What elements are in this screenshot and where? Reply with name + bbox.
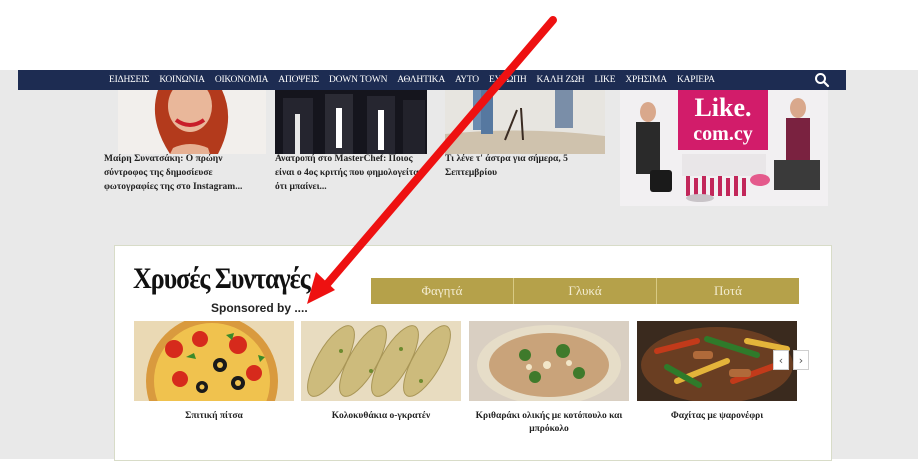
recipe-category-tabs: Φαγητά Γλυκά Ποτά — [371, 278, 799, 304]
recipe-card[interactable]: Κολοκυθάκια ο-γκρατέν — [301, 321, 461, 423]
tab-food[interactable]: Φαγητά — [371, 278, 514, 304]
tab-drinks[interactable]: Ποτά — [657, 278, 799, 304]
carousel-prev-button[interactable]: ‹ — [773, 350, 789, 370]
tab-sweets[interactable]: Γλυκά — [514, 278, 657, 304]
nav-item-opinions[interactable]: ΑΠΟΨΕΙΣ — [273, 75, 324, 85]
recipe-image-zucchini[interactable] — [301, 321, 461, 401]
recipe-image-pizza[interactable] — [134, 321, 294, 401]
nav-item-career[interactable]: ΚΑΡΙΕΡΑ — [672, 75, 720, 85]
ad-brand-text: Like. — [694, 93, 751, 122]
nav-item-economy[interactable]: ΟΙΚΟΝΟΜΙΑ — [210, 75, 273, 85]
nav-item-society[interactable]: ΚΟΙΝΩΝΙΑ — [154, 75, 209, 85]
nav-item-like[interactable]: LIKE — [589, 75, 620, 85]
main-content: Μαίρη Συνατσάκη: Ο πρώην σύντροφος της δ… — [104, 90, 832, 461]
recipe-title[interactable]: Φαχίτας με ψαρονέφρι — [637, 410, 797, 423]
recipes-widget: Χρυσές Συνταγές Sponsored by .... Φαγητά… — [114, 245, 832, 461]
article-title[interactable]: Ανατροπή στο MasterChef: Ποιος είναι ο 4… — [275, 152, 429, 194]
article-thumbnail[interactable] — [445, 90, 605, 154]
nav-item-good-life[interactable]: ΚΑΛΗ ΖΩΗ — [532, 75, 590, 85]
article-thumbnail[interactable] — [118, 90, 266, 154]
sponsored-label: Sponsored by .... — [211, 301, 308, 315]
ad-domain-text: com.cy — [693, 123, 752, 145]
nav-item-useful[interactable]: ΧΡΗΣΙΜΑ — [620, 75, 672, 85]
nav-item-downtown[interactable]: DOWN TOWN — [324, 75, 392, 85]
main-navbar: ΕΙΔΗΣΕΙΣ ΚΟΙΝΩΝΙΑ ΟΙΚΟΝΟΜΙΑ ΑΠΟΨΕΙΣ DOWN… — [18, 70, 846, 90]
search-icon[interactable] — [814, 72, 830, 88]
recipe-card[interactable]: Σπιτική πίτσα — [134, 321, 294, 423]
recipe-title[interactable]: Σπιτική πίτσα — [134, 410, 294, 423]
advertisement-banner[interactable]: Like. com.cy — [620, 90, 828, 206]
nav-menu: ΕΙΔΗΣΕΙΣ ΚΟΙΝΩΝΙΑ ΟΙΚΟΝΟΜΙΑ ΑΠΟΨΕΙΣ DOWN… — [18, 75, 720, 85]
article-thumbnail[interactable] — [275, 90, 427, 154]
recipe-card[interactable]: Φαχίτας με ψαρονέφρι — [637, 321, 797, 423]
recipe-title[interactable]: Κολοκυθάκια ο-γκρατέν — [301, 410, 461, 423]
recipe-card[interactable]: Κριθαράκι ολικής με κοτόπουλο και μπρόκο… — [469, 321, 629, 436]
nav-item-news[interactable]: ΕΙΔΗΣΕΙΣ — [104, 75, 154, 85]
nav-item-sports[interactable]: ΑΘΛΗΤΙΚΑ — [392, 75, 450, 85]
article-title[interactable]: Τι λένε τ' άστρα για σήμερα, 5 Σεπτεμβρί… — [445, 152, 605, 180]
carousel-next-button[interactable]: › — [793, 350, 809, 370]
recipes-brand-title[interactable]: Χρυσές Συνταγές — [133, 262, 311, 297]
nav-item-europe[interactable]: ΕΥΡΩΠΗ — [484, 75, 532, 85]
article-title[interactable]: Μαίρη Συνατσάκη: Ο πρώην σύντροφος της δ… — [104, 152, 264, 194]
nav-item-auto[interactable]: ΑΥΤΟ — [450, 75, 484, 85]
recipe-title[interactable]: Κριθαράκι ολικής με κοτόπουλο και μπρόκο… — [469, 410, 629, 436]
recipe-image-orzo[interactable] — [469, 321, 629, 401]
